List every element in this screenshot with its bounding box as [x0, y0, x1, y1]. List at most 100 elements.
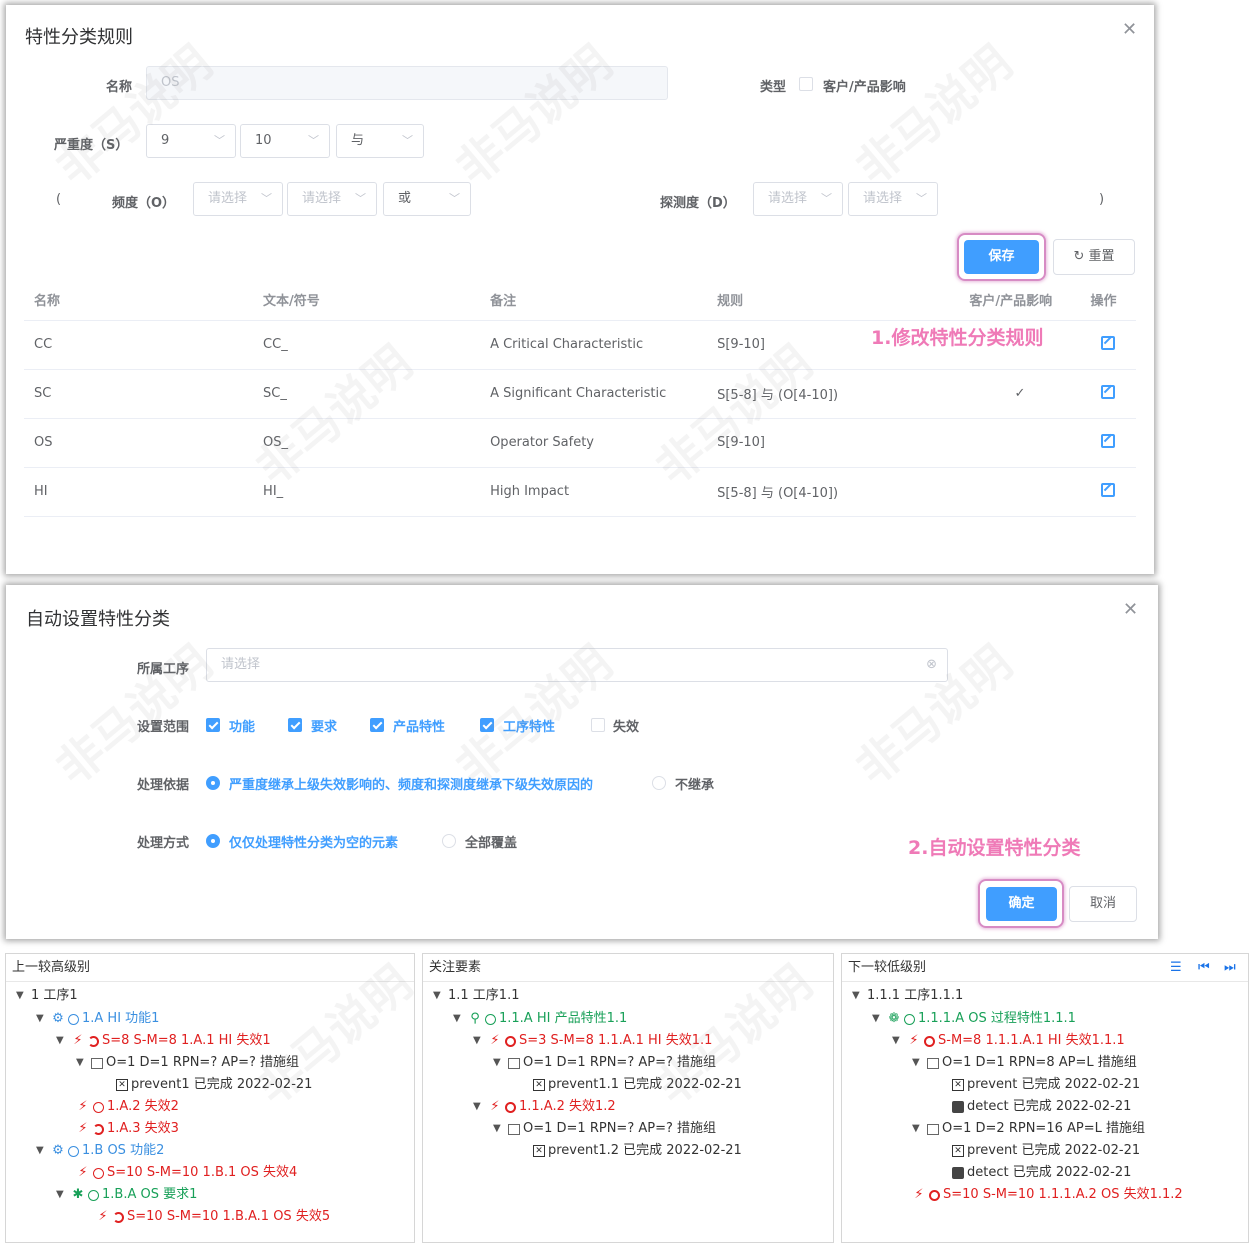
expand-icon[interactable]: ▼ — [912, 1053, 924, 1073]
tree-node[interactable]: ▼ ⚲ 1.1.A HI 产品特性1.1 — [453, 1009, 627, 1029]
clear-icon[interactable]: ⊗ — [926, 649, 937, 681]
expand-icon[interactable]: ▼ — [473, 1031, 485, 1051]
tree-node[interactable]: ▼ ⚡ S=8 S-M=8 1.A.1 HI 失效1 — [56, 1031, 271, 1051]
node-text: prevent 已完成 2022-02-21 — [967, 1077, 1141, 1092]
expand-icon[interactable]: ▼ — [872, 1009, 884, 1029]
tree-node[interactable]: ⚡ 1.A.2 失效2 — [76, 1097, 178, 1117]
confirm-button[interactable]: 确定 — [986, 887, 1057, 921]
expand-icon[interactable]: ▼ — [852, 986, 864, 1006]
mode-overwrite-label: 全部覆盖 — [465, 836, 518, 851]
expand-icon[interactable]: ▼ — [493, 1053, 505, 1073]
tree-node[interactable]: ✕ prevent 已完成 2022-02-21 — [952, 1075, 1140, 1095]
basis-no-inherit-radio[interactable] — [652, 776, 666, 790]
tree-node[interactable]: ▼ O=1 D=1 RPN=? AP=? 措施组 — [493, 1053, 716, 1073]
basis-inherit-radio[interactable] — [206, 776, 220, 790]
circle-icon — [929, 1189, 940, 1201]
tree-node[interactable]: ✕ prevent1.1 已完成 2022-02-21 — [533, 1075, 742, 1095]
expand-icon[interactable]: ▼ — [56, 1031, 68, 1051]
expand-icon[interactable]: ▼ — [36, 1141, 48, 1161]
cell-customer — [959, 467, 1081, 517]
edit-icon[interactable] — [1101, 335, 1116, 350]
refresh-icon: ↻ — [1073, 249, 1089, 264]
scope-product-char-checkbox[interactable] — [370, 718, 384, 732]
tree-node[interactable]: ⚡ S=10 S-M=10 1.B.A.1 OS 失效5 — [96, 1207, 330, 1227]
expand-icon[interactable]: ▼ — [453, 1009, 465, 1029]
tree-node[interactable]: ▼ ⚡ S-M=8 1.1.1.A.1 HI 失效1.1.1 — [892, 1031, 1125, 1051]
detection-from-select[interactable]: 请选择 ﹀ — [753, 182, 843, 216]
severity-logic-select[interactable]: 与 ﹀ — [336, 124, 424, 158]
tree-node[interactable]: detect 已完成 2022-02-21 — [952, 1097, 1131, 1117]
expand-icon[interactable]: ▼ — [16, 986, 28, 1006]
tree-node[interactable]: ▼ O=1 D=1 RPN=8 AP=L 措施组 — [912, 1053, 1137, 1073]
tree-node[interactable]: ✕ prevent 已完成 2022-02-21 — [952, 1141, 1140, 1161]
occurrence-to-select[interactable]: 请选择 ﹀ — [287, 182, 377, 216]
tree-node[interactable]: ▼ 1.1 工序1.1 — [433, 986, 519, 1006]
action-group-icon — [927, 1057, 939, 1069]
table-row: CC CC_ A Critical Characteristic S[9-10] — [24, 320, 1136, 370]
customer-impact-checkbox[interactable] — [799, 77, 813, 91]
tree-node[interactable]: ⚡ S=10 S-M=10 1.1.1.A.2 OS 失效1.1.2 — [912, 1185, 1182, 1205]
edit-icon[interactable] — [1101, 433, 1116, 448]
skip-first-icon[interactable]: ⏮ — [1198, 961, 1214, 975]
expand-icon[interactable]: ▼ — [76, 1053, 88, 1073]
tree-node[interactable]: ▼ ⚙ 1.A HI 功能1 — [36, 1009, 159, 1029]
mode-empty-only-radio[interactable] — [206, 834, 220, 848]
scope-failure-checkbox[interactable] — [591, 718, 605, 732]
circle-icon — [505, 1101, 516, 1113]
tree-node[interactable]: ▼ O=1 D=1 RPN=? AP=? 措施组 — [493, 1119, 716, 1139]
expand-icon[interactable]: ▼ — [473, 1097, 485, 1117]
name-input[interactable]: OS — [146, 66, 668, 100]
skip-last-icon[interactable]: ⏭ — [1224, 961, 1240, 975]
occurrence-logic-select[interactable]: 或 ﹀ — [383, 182, 471, 216]
lightning-icon: ⚡ — [490, 1033, 500, 1048]
cancel-button[interactable]: 取消 — [1069, 886, 1137, 922]
expand-icon[interactable]: ▼ — [36, 1009, 48, 1029]
detect-icon — [952, 1101, 964, 1113]
scope-failure-label: 失效 — [613, 720, 640, 735]
tree-node[interactable]: ▼ ⚡ 1.1.A.2 失效1.2 — [473, 1097, 616, 1117]
list-icon[interactable]: ☰ — [1170, 961, 1186, 975]
detection-to-select[interactable]: 请选择 ﹀ — [848, 182, 938, 216]
node-text: S=8 S-M=8 1.A.1 HI 失效1 — [102, 1033, 271, 1048]
expand-icon[interactable]: ▼ — [493, 1119, 505, 1139]
scope-function-label: 功能 — [229, 720, 256, 735]
tree-node[interactable]: ▼ 1.1.1 工序1.1.1 — [852, 986, 963, 1006]
occurrence-to-value: 请选择 — [302, 191, 342, 206]
mode-overwrite-radio[interactable] — [442, 834, 456, 848]
cell-rule: S[5-8] 与 (O[4-10]) — [707, 467, 960, 517]
tree-node[interactable]: ▼ ⚙ 1.B OS 功能2 — [36, 1141, 164, 1161]
cell-symbol: HI_ — [253, 467, 481, 517]
close-icon[interactable]: ✕ — [1122, 21, 1137, 39]
tree-node[interactable]: ▼ O=1 D=1 RPN=? AP=? 措施组 — [76, 1053, 299, 1073]
save-button[interactable]: 保存 — [964, 240, 1039, 274]
tree-node[interactable]: ▼ O=1 D=2 RPN=16 AP=L 措施组 — [912, 1119, 1145, 1139]
close-icon[interactable]: ✕ — [1123, 601, 1138, 619]
expand-icon[interactable]: ▼ — [892, 1031, 904, 1051]
tree-node[interactable]: ✕ prevent1 已完成 2022-02-21 — [116, 1075, 312, 1095]
expand-icon[interactable]: ▼ — [56, 1185, 68, 1205]
scope-function-checkbox[interactable] — [206, 718, 220, 732]
tree-node[interactable]: ▼ ❁ 1.1.1.A OS 过程特性1.1.1 — [872, 1009, 1076, 1029]
tree-node[interactable]: ▼ ✱ 1.B.A OS 要求1 — [56, 1185, 197, 1205]
tree-node[interactable]: ⚡ 1.A.3 失效3 — [76, 1119, 178, 1139]
expand-icon[interactable]: ▼ — [433, 986, 445, 1006]
tree-node[interactable]: detect 已完成 2022-02-21 — [952, 1163, 1131, 1183]
expand-icon[interactable]: ▼ — [912, 1119, 924, 1139]
auto-classify-dialog: 自动设置特性分类 ✕ 所属工序 请选择 ⊗ 设置范围 功能 要求 产品特性 工序特… — [6, 585, 1158, 939]
tree-node[interactable]: ▼ 1 工序1 — [16, 986, 78, 1006]
reset-button[interactable]: ↻ 重置 — [1053, 239, 1135, 275]
edit-icon[interactable] — [1101, 384, 1116, 399]
circle-icon — [93, 1167, 104, 1179]
tree-node[interactable]: ⚡ S=10 S-M=10 1.B.1 OS 失效4 — [76, 1163, 297, 1183]
tree-node[interactable]: ▼ ⚡ S=3 S-M=8 1.1.A.1 HI 失效1.1 — [473, 1031, 712, 1051]
occurrence-from-select[interactable]: 请选择 ﹀ — [193, 182, 283, 216]
severity-from-select[interactable]: 9 ﹀ — [146, 124, 236, 158]
node-text: prevent1 已完成 2022-02-21 — [131, 1077, 313, 1092]
edit-icon[interactable] — [1101, 482, 1116, 497]
process-select[interactable]: 请选择 ⊗ — [206, 648, 948, 682]
cell-action — [1080, 320, 1136, 370]
severity-to-select[interactable]: 10 ﹀ — [240, 124, 330, 158]
tree-node[interactable]: ✕ prevent1.2 已完成 2022-02-21 — [533, 1141, 742, 1161]
scope-requirement-checkbox[interactable] — [288, 718, 302, 732]
scope-process-char-checkbox[interactable] — [480, 718, 494, 732]
